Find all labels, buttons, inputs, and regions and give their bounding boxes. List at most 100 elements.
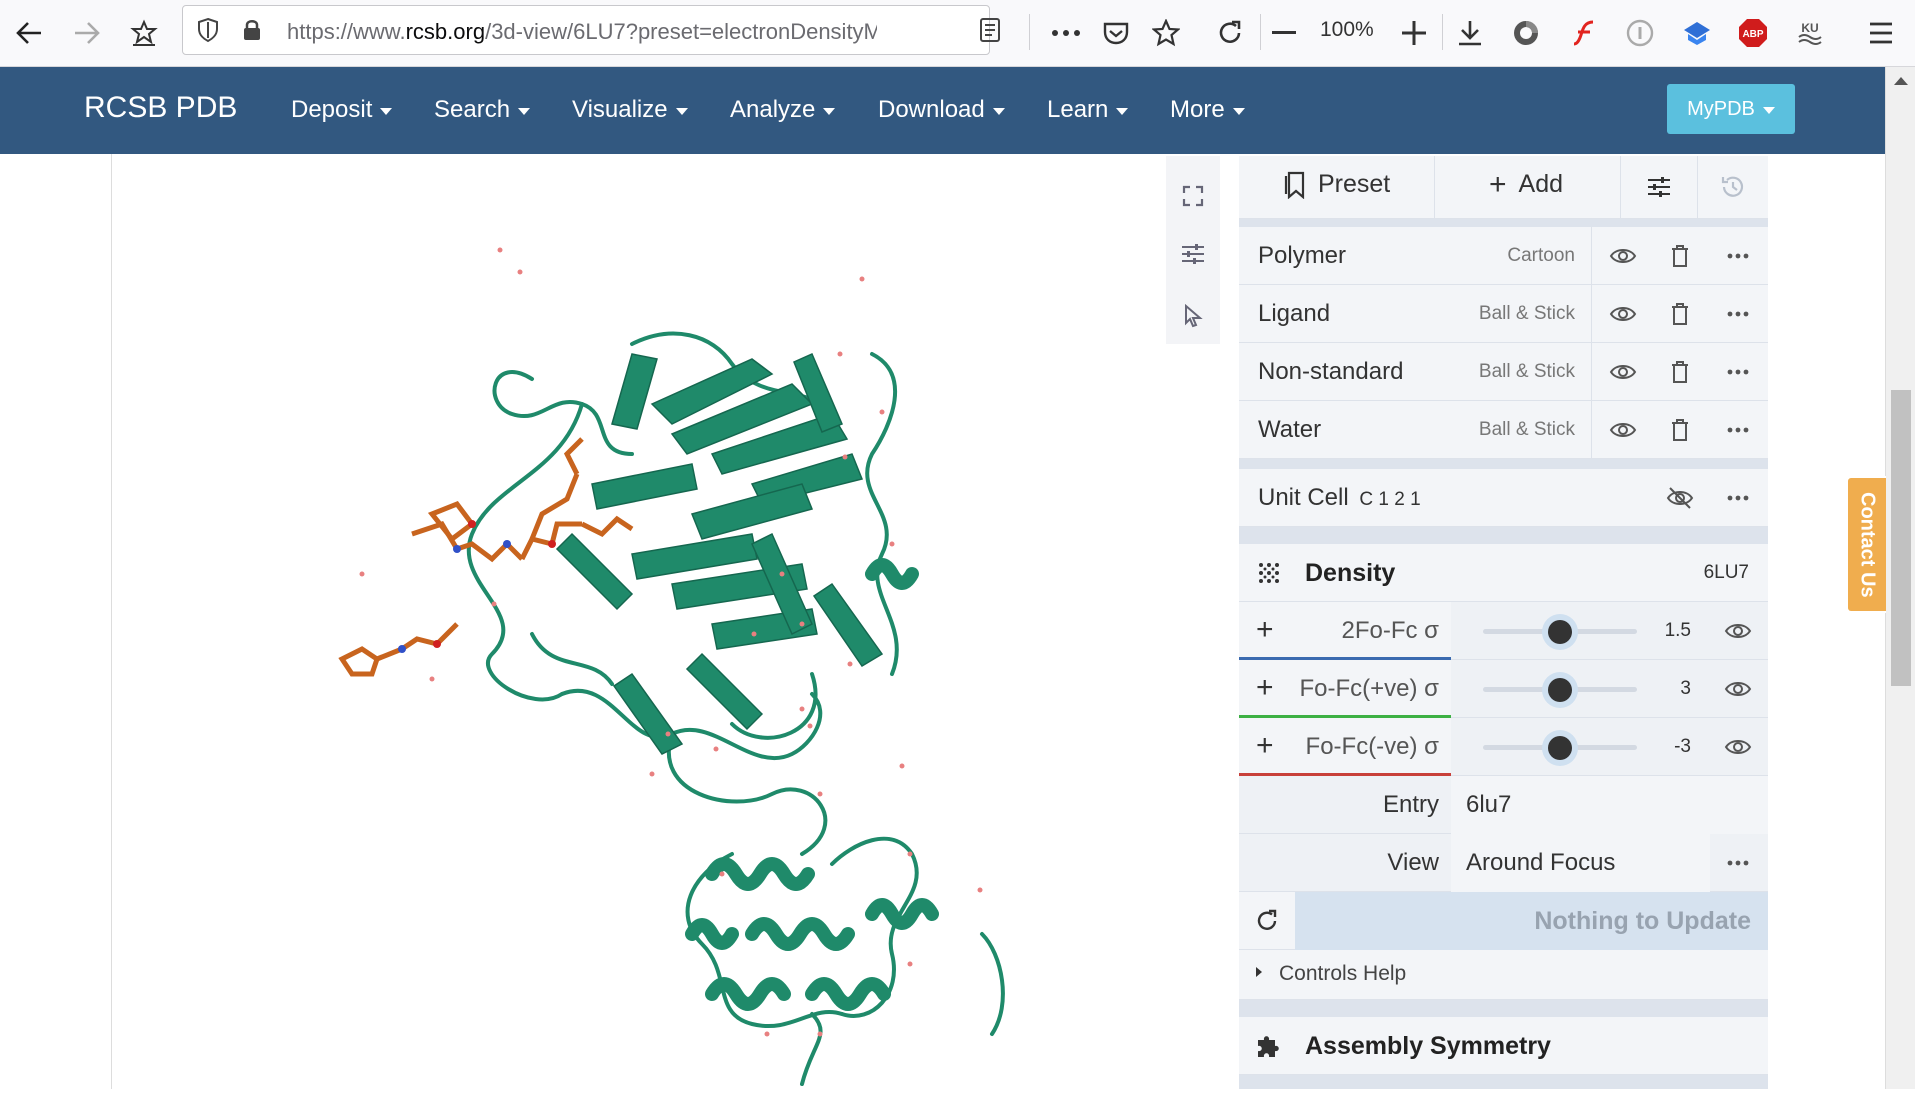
eye-off-icon[interactable] <box>1665 483 1695 513</box>
view-select[interactable]: Around Focus <box>1451 834 1710 892</box>
density-map-row-fofc-negative[interactable]: + Fo-Fc(-ve) σ -3 <box>1239 718 1768 776</box>
trash-icon[interactable] <box>1665 241 1695 271</box>
controls-help-toggle[interactable]: Controls Help <box>1239 950 1768 1000</box>
zoom-out-icon[interactable] <box>1265 14 1303 52</box>
nav-more[interactable]: More <box>1170 96 1245 124</box>
caret-down-icon <box>518 107 531 115</box>
unit-cell-row[interactable]: Unit Cell C 1 2 1 <box>1239 469 1768 527</box>
scrollbar-thumb[interactable] <box>1891 390 1911 686</box>
sync-icon[interactable] <box>1507 14 1545 52</box>
trash-icon[interactable] <box>1665 299 1695 329</box>
options-button[interactable] <box>1644 172 1674 202</box>
page-scrollbar[interactable] <box>1885 67 1915 1089</box>
url-text[interactable]: https://www.rcsb.org/3d-view/6LU7?preset… <box>287 19 877 45</box>
bookmarks-button[interactable] <box>125 14 163 52</box>
bookmark-star-icon[interactable] <box>1147 14 1185 52</box>
plus-icon[interactable]: + <box>1256 729 1274 763</box>
density-map-row-2fofc[interactable]: + 2Fo-Fc σ 1.5 <box>1239 602 1768 660</box>
assembly-symmetry-header[interactable]: Assembly Symmetry <box>1239 1017 1768 1075</box>
info-icon[interactable] <box>1621 14 1659 52</box>
puzzle-piece-icon <box>1254 1031 1284 1061</box>
component-row-nonstandard[interactable]: Non-standard Ball & Stick <box>1239 343 1768 401</box>
representation-label[interactable]: Cartoon <box>1507 245 1575 267</box>
nav-analyze[interactable]: Analyze <box>730 96 836 124</box>
selection-mode-button[interactable] <box>1178 301 1208 331</box>
more-options-icon[interactable] <box>1723 357 1753 387</box>
caret-down-icon <box>1762 106 1775 114</box>
update-button[interactable]: Nothing to Update <box>1295 892 1768 950</box>
caret-down-icon <box>1116 107 1129 115</box>
plus-icon[interactable]: + <box>1256 671 1274 705</box>
reload-icon[interactable] <box>1211 14 1249 52</box>
eye-icon[interactable] <box>1608 241 1638 271</box>
add-button[interactable]: + Add <box>1489 169 1563 199</box>
sigma-slider-knob[interactable] <box>1548 736 1572 760</box>
more-options-icon[interactable] <box>1723 241 1753 271</box>
zoom-level[interactable]: 100% <box>1320 18 1374 42</box>
reader-view-icon[interactable] <box>975 11 1005 49</box>
sliders-icon <box>1648 177 1670 197</box>
molecule-viewer-canvas[interactable] <box>112 154 1217 1089</box>
extension-blue-icon[interactable] <box>1678 14 1716 52</box>
forward-button[interactable] <box>68 14 106 52</box>
scroll-up-icon[interactable] <box>1894 77 1908 85</box>
expand-button[interactable] <box>1178 181 1208 211</box>
browser-toolbar: https://www.rcsb.org/3d-view/6LU7?preset… <box>0 0 1915 67</box>
sigma-slider-knob[interactable] <box>1548 620 1572 644</box>
history-button[interactable] <box>1718 172 1748 202</box>
representation-label[interactable]: Ball & Stick <box>1479 303 1575 325</box>
adblock-icon[interactable]: ABP <box>1734 14 1772 52</box>
trash-icon[interactable] <box>1665 415 1695 445</box>
more-options-icon[interactable] <box>1723 848 1753 878</box>
component-row-water[interactable]: Water Ball & Stick <box>1239 401 1768 459</box>
ku-extension-icon[interactable]: KU <box>1791 14 1829 52</box>
contact-us-tab[interactable]: Contact Us <box>1846 476 1886 613</box>
more-options-icon[interactable] <box>1723 299 1753 329</box>
nav-deposit[interactable]: Deposit <box>291 96 393 124</box>
eye-icon[interactable] <box>1608 357 1638 387</box>
eye-icon[interactable] <box>1723 732 1753 762</box>
lock-icon[interactable] <box>233 11 271 49</box>
brand-logo[interactable]: RCSB PDB <box>84 91 237 125</box>
preset-button[interactable]: Preset <box>1284 170 1390 199</box>
component-row-polymer[interactable]: Polymer Cartoon <box>1239 227 1768 285</box>
nav-download[interactable]: Download <box>878 96 1005 124</box>
refresh-icon[interactable] <box>1252 906 1282 936</box>
density-map-row-fofc-positive[interactable]: + Fo-Fc(+ve) σ 3 <box>1239 660 1768 718</box>
sigma-value: 3 <box>1680 678 1691 699</box>
eye-icon[interactable] <box>1723 674 1753 704</box>
density-header[interactable]: Density 6LU7 <box>1239 544 1768 602</box>
entry-input[interactable]: 6lu7 <box>1451 776 1768 834</box>
nav-search[interactable]: Search <box>434 96 531 124</box>
eye-icon[interactable] <box>1608 415 1638 445</box>
history-icon <box>1721 176 1744 197</box>
pocket-icon[interactable] <box>1097 14 1135 52</box>
bookmark-icon <box>1284 171 1305 199</box>
eye-icon[interactable] <box>1608 299 1638 329</box>
representation-label[interactable]: Ball & Stick <box>1479 419 1575 441</box>
representation-label[interactable]: Ball & Stick <box>1479 361 1575 383</box>
more-options-icon[interactable] <box>1723 415 1753 445</box>
nav-learn[interactable]: Learn <box>1047 96 1129 124</box>
cursor-icon <box>1185 304 1203 328</box>
zoom-in-icon[interactable] <box>1395 14 1433 52</box>
plus-icon[interactable]: + <box>1256 613 1274 647</box>
more-options-icon[interactable] <box>1723 483 1753 513</box>
settings-button[interactable] <box>1178 239 1208 269</box>
address-bar[interactable]: https://www.rcsb.org/3d-view/6LU7?preset… <box>182 5 1000 55</box>
caret-down-icon <box>992 107 1005 115</box>
menu-icon[interactable] <box>1862 14 1900 52</box>
downloads-icon[interactable] <box>1451 14 1489 52</box>
trash-icon[interactable] <box>1665 357 1695 387</box>
svg-text:ABP: ABP <box>1742 29 1763 40</box>
back-button[interactable] <box>10 14 48 52</box>
shield-icon[interactable] <box>189 11 227 49</box>
more-actions-icon[interactable] <box>1047 14 1085 52</box>
eye-icon[interactable] <box>1723 616 1753 646</box>
arrow-left-icon <box>16 22 41 44</box>
nav-visualize[interactable]: Visualize <box>572 96 688 124</box>
component-row-ligand[interactable]: Ligand Ball & Stick <box>1239 285 1768 343</box>
flash-icon[interactable] <box>1565 14 1603 52</box>
mypdb-button[interactable]: MyPDB <box>1667 84 1795 134</box>
sigma-slider-knob[interactable] <box>1548 678 1572 702</box>
